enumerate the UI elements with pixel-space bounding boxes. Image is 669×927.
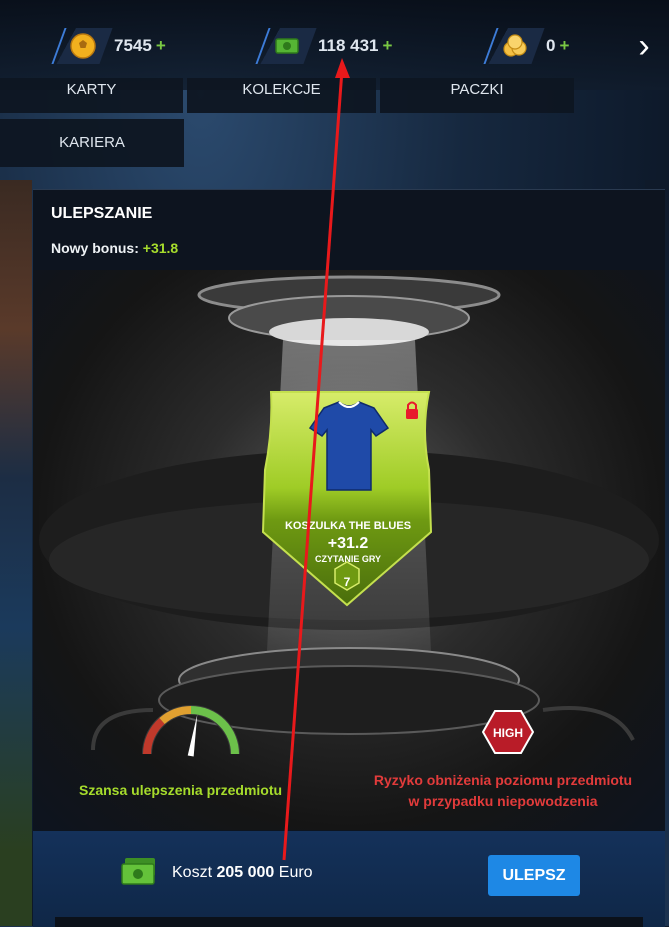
risk-label-line1: Ryzyko obniżenia poziomu przedmiotu — [373, 772, 633, 788]
bonus-value: +31.8 — [142, 240, 179, 256]
cost-prefix: Koszt — [172, 864, 213, 881]
card-level: 7 — [343, 575, 351, 589]
upgrade-panel: ULEPSZANIE Nowy bonus: +31.8 KOSZULKA TH… — [33, 189, 665, 927]
currency-gold[interactable]: 7545 + — [51, 28, 166, 64]
upgrade-button[interactable]: ULEPSZ — [488, 855, 580, 896]
cash-icon — [275, 38, 299, 54]
svg-text:HIGH: HIGH — [493, 726, 523, 740]
add-gold-button[interactable]: + — [156, 36, 166, 56]
tab-collections[interactable]: KOLEKCJE — [187, 78, 376, 113]
risk-label-line2: w przypadku niepowodzenia — [408, 793, 598, 809]
tab-cards-label: KARTY — [66, 81, 117, 98]
coins-value: 0 — [546, 36, 556, 55]
cost-bar: Koszt 205 000 Euro ULEPSZ — [33, 831, 665, 927]
add-coins-button[interactable]: + — [559, 36, 569, 56]
cash-value: 118 431 — [318, 36, 379, 55]
currency-cash[interactable]: 118 431 + — [255, 28, 393, 64]
currency-bar: 7545 + 118 431 + 0 + › — [0, 0, 669, 90]
tab-career[interactable]: KARIERA — [0, 119, 184, 167]
tab-packs[interactable]: PACZKI — [380, 78, 574, 113]
tab-packs-label: PACZKI — [450, 81, 504, 98]
gold-ball-icon — [70, 33, 96, 59]
cost-amount: 205 000 — [216, 864, 275, 881]
cost-text: Koszt 205 000 Euro — [172, 864, 313, 882]
add-cash-button[interactable]: + — [383, 36, 393, 56]
chevron-right-icon[interactable]: › — [629, 28, 659, 64]
coins-icon — [503, 34, 527, 57]
chance-label: Szansa ulepszenia przedmiotu — [79, 782, 283, 798]
cost-currency: Euro — [278, 864, 313, 881]
cash-icon — [121, 858, 155, 885]
currency-coins[interactable]: 0 + — [483, 28, 569, 64]
risk-label: Ryzyko obniżenia poziomu przedmiotu w pr… — [353, 770, 653, 812]
bonus-label: Nowy bonus: — [51, 240, 139, 256]
new-bonus: Nowy bonus: +31.8 — [51, 240, 178, 256]
panel-title: ULEPSZANIE — [51, 205, 153, 222]
gold-value: 7545 — [114, 36, 152, 55]
tab-career-label: KARIERA — [59, 134, 125, 151]
tab-cards[interactable]: KARTY — [0, 78, 183, 113]
tab-collections-label: KOLEKCJE — [242, 81, 321, 98]
card-attribute: CZYTANIE GRY — [314, 554, 381, 564]
card-bonus-value: +31.2 — [327, 535, 369, 552]
card-name: KOSZULKA THE BLUES — [284, 520, 412, 532]
risk-level-badge: HIGH — [482, 710, 534, 754]
stadium-background-left — [0, 180, 32, 926]
